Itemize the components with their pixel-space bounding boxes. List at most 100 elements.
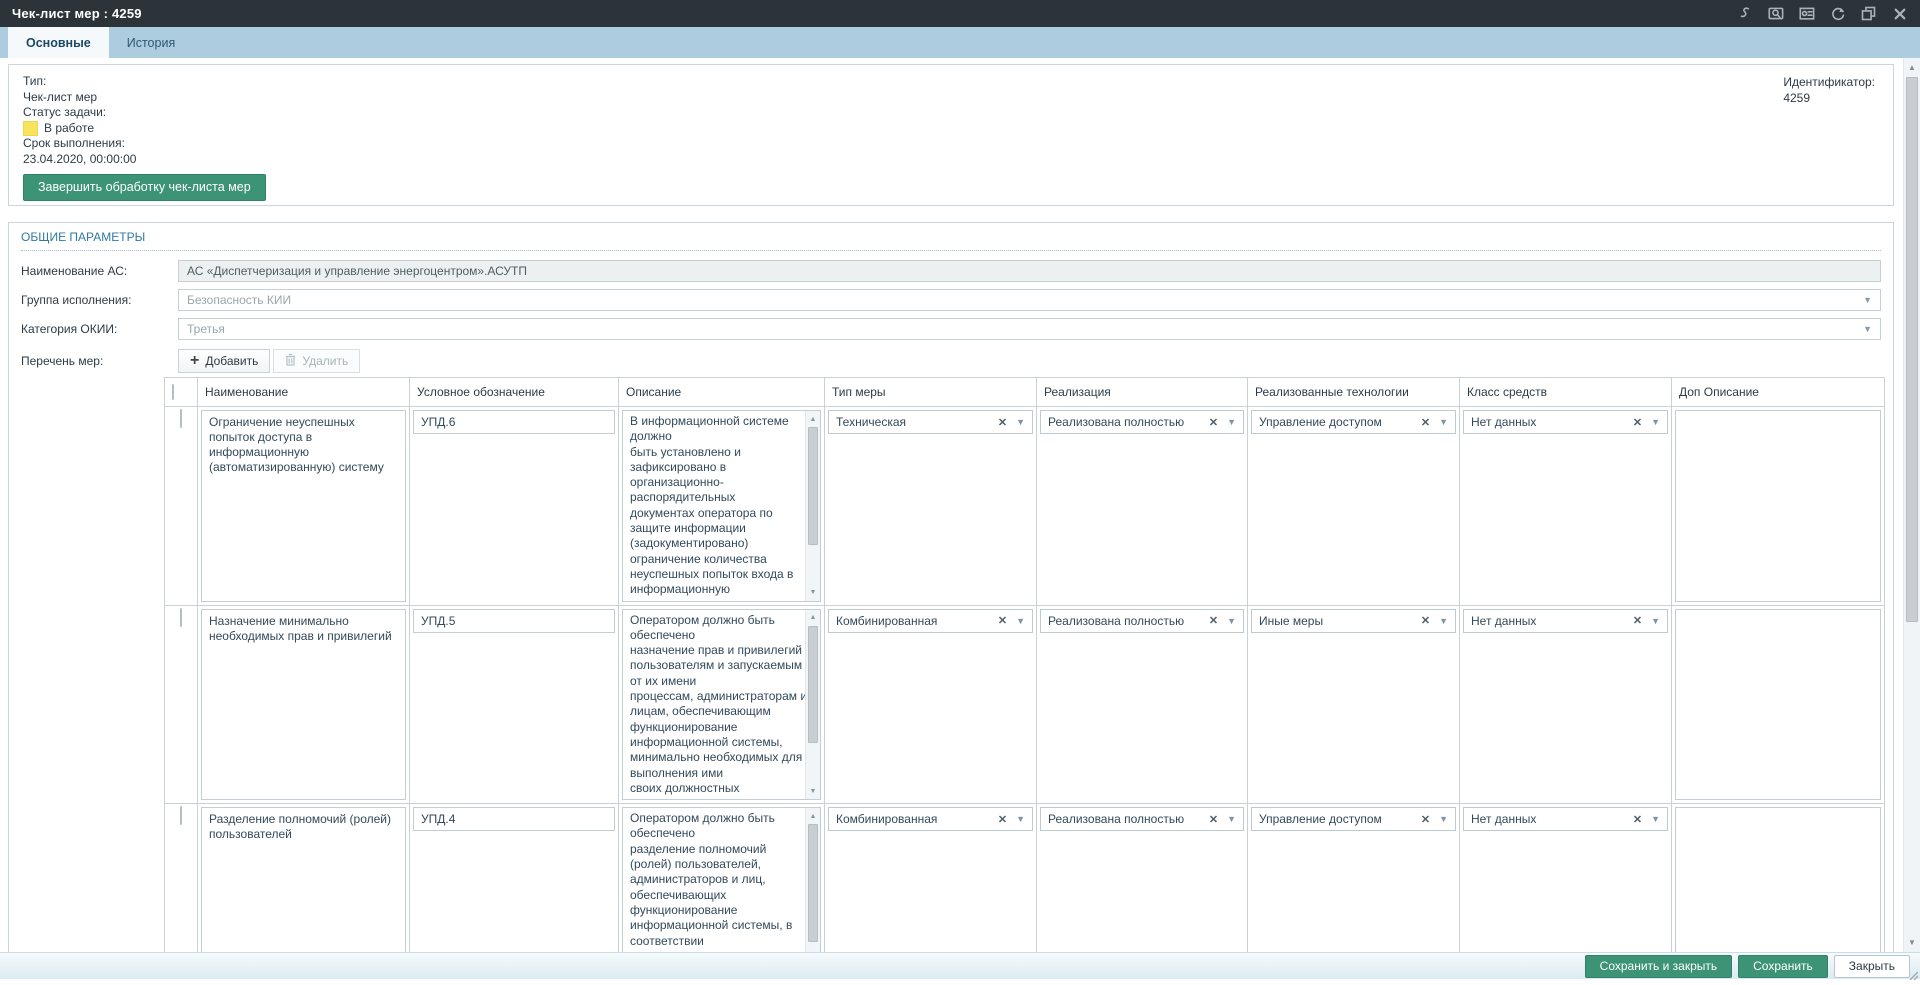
chevron-down-icon[interactable]: ▼ bbox=[1439, 814, 1448, 824]
clear-icon[interactable]: ✕ bbox=[1421, 813, 1430, 826]
clear-icon[interactable]: ✕ bbox=[1421, 416, 1430, 429]
tab-history[interactable]: История bbox=[109, 27, 193, 58]
col-implementation: Реализация bbox=[1036, 377, 1248, 407]
implementation-combo[interactable]: Реализована полностью ✕ ▼ bbox=[1040, 410, 1244, 434]
extra-description-textarea[interactable] bbox=[1675, 608, 1881, 801]
chevron-down-icon[interactable]: ▼ bbox=[1016, 616, 1025, 626]
chevron-down-icon[interactable]: ▼ bbox=[1863, 324, 1872, 334]
textarea-scrollbar[interactable]: ▲ ▼ bbox=[805, 411, 820, 601]
implementation-combo[interactable]: Реализована полностью ✕ ▼ bbox=[1040, 807, 1244, 832]
measure-description-textarea[interactable]: Оператором должно быть обеспечено назнач… bbox=[622, 608, 821, 801]
status-color-swatch bbox=[23, 120, 38, 136]
table-header-row: Наименование Условное обозначение Описан… bbox=[164, 377, 1885, 407]
tool-class-combo[interactable]: Нет данных ✕ ▼ bbox=[1463, 410, 1668, 434]
table-row: Назначение минимально необходимых прав и… bbox=[164, 604, 1885, 805]
delete-measure-button[interactable]: Удалить bbox=[273, 349, 361, 373]
clear-icon[interactable]: ✕ bbox=[1209, 614, 1218, 627]
chevron-down-icon[interactable]: ▼ bbox=[1651, 616, 1660, 626]
measure-description-textarea[interactable]: В информационной системе должно быть уст… bbox=[622, 410, 821, 602]
measure-type-combo[interactable]: Комбинированная ✕ ▼ bbox=[828, 807, 1033, 832]
scroll-down-icon[interactable]: ▼ bbox=[806, 587, 820, 599]
measure-code-input[interactable]: УПД.5 bbox=[413, 608, 615, 633]
chevron-down-icon[interactable]: ▼ bbox=[1651, 814, 1660, 824]
scroll-up-icon[interactable]: ▲ bbox=[806, 810, 820, 822]
page-scrollbar[interactable]: ▲ ▼ bbox=[1903, 58, 1920, 952]
textarea-scrollbar[interactable]: ▲ ▼ bbox=[805, 808, 820, 952]
select-all-checkbox[interactable] bbox=[172, 384, 174, 400]
clear-icon[interactable]: ✕ bbox=[998, 813, 1007, 826]
resize-grip[interactable] bbox=[1908, 967, 1919, 981]
tool-class-combo[interactable]: Нет данных ✕ ▼ bbox=[1463, 608, 1668, 633]
measure-code-input[interactable]: УПД.4 bbox=[413, 807, 615, 832]
row-checkbox[interactable] bbox=[180, 806, 182, 826]
scroll-up-icon[interactable]: ▲ bbox=[1904, 60, 1920, 75]
exec-group-select[interactable]: Безопасность КИИ ▼ bbox=[178, 288, 1881, 311]
refresh-icon[interactable] bbox=[1829, 5, 1846, 22]
chevron-down-icon[interactable]: ▼ bbox=[1016, 814, 1025, 824]
clear-icon[interactable]: ✕ bbox=[1209, 416, 1218, 429]
extra-description-textarea[interactable] bbox=[1675, 410, 1881, 602]
restore-icon[interactable] bbox=[1860, 5, 1877, 22]
add-measure-button[interactable]: + Добавить bbox=[178, 349, 271, 373]
exec-group-value: Безопасность КИИ bbox=[187, 292, 292, 307]
technologies-combo[interactable]: Управление доступом ✕ ▼ bbox=[1251, 410, 1456, 434]
chevron-down-icon[interactable]: ▼ bbox=[1016, 417, 1025, 427]
tab-main-label: Основные bbox=[26, 35, 91, 50]
close-button[interactable]: Закрыть bbox=[1833, 954, 1910, 978]
chevron-down-icon[interactable]: ▼ bbox=[1863, 295, 1872, 305]
clear-icon[interactable]: ✕ bbox=[998, 416, 1007, 429]
tab-bar: Основные История bbox=[0, 27, 1920, 58]
save-button[interactable]: Сохранить bbox=[1738, 954, 1828, 978]
measure-name: Назначение минимально необходимых прав и… bbox=[201, 608, 406, 801]
chevron-down-icon[interactable]: ▼ bbox=[1651, 417, 1660, 427]
textarea-scrollbar[interactable]: ▲ ▼ bbox=[805, 609, 820, 800]
scroll-up-icon[interactable]: ▲ bbox=[806, 612, 820, 624]
tool-class-combo[interactable]: Нет данных ✕ ▼ bbox=[1463, 807, 1668, 832]
preview-icon[interactable] bbox=[1767, 5, 1784, 22]
close-icon[interactable] bbox=[1891, 5, 1908, 22]
scrollbar-thumb[interactable] bbox=[808, 427, 818, 545]
chevron-down-icon[interactable]: ▼ bbox=[1439, 417, 1448, 427]
scroll-down-icon[interactable]: ▼ bbox=[1904, 935, 1920, 950]
measure-type-combo[interactable]: Комбинированная ✕ ▼ bbox=[828, 608, 1033, 633]
chevron-down-icon[interactable]: ▼ bbox=[1227, 616, 1236, 626]
chevron-down-icon[interactable]: ▼ bbox=[1439, 616, 1448, 626]
card-settings-icon[interactable] bbox=[1798, 5, 1815, 22]
tab-main[interactable]: Основные bbox=[8, 27, 109, 58]
scroll-up-icon[interactable]: ▲ bbox=[806, 413, 820, 425]
clear-icon[interactable]: ✕ bbox=[1421, 614, 1430, 627]
row-checkbox[interactable] bbox=[180, 409, 182, 428]
add-measure-label: Добавить bbox=[205, 354, 259, 368]
chevron-down-icon[interactable]: ▼ bbox=[1227, 814, 1236, 824]
as-name-input[interactable]: АС «Диспетчеризация и управление энергоц… bbox=[178, 259, 1881, 282]
chevron-down-icon[interactable]: ▼ bbox=[1227, 417, 1236, 427]
trash-icon bbox=[285, 353, 296, 369]
okii-category-select[interactable]: Третья ▼ bbox=[178, 317, 1881, 340]
technologies-combo[interactable]: Иные меры ✕ ▼ bbox=[1251, 608, 1456, 633]
save-and-close-button[interactable]: Сохранить и закрыть bbox=[1584, 954, 1733, 978]
type-value: Чек-лист мер bbox=[23, 89, 98, 104]
scrollbar-thumb[interactable] bbox=[808, 824, 818, 942]
measure-description-textarea[interactable]: Оператором должно быть обеспечено раздел… bbox=[622, 807, 821, 952]
extra-description-textarea[interactable] bbox=[1675, 807, 1881, 952]
okii-category-label: Категория ОКИИ: bbox=[21, 321, 118, 336]
scrollbar-thumb[interactable] bbox=[808, 625, 818, 744]
clear-icon[interactable]: ✕ bbox=[1633, 813, 1642, 826]
exec-group-label: Группа исполнения: bbox=[21, 292, 132, 307]
implementation-combo[interactable]: Реализована полностью ✕ ▼ bbox=[1040, 608, 1244, 633]
row-checkbox[interactable] bbox=[180, 607, 182, 627]
finish-checklist-button[interactable]: Завершить обработку чек-листа мер bbox=[23, 174, 266, 201]
measure-code-input[interactable]: УПД.6 bbox=[413, 410, 615, 434]
general-params-panel: ОБЩИЕ ПАРАМЕТРЫ Наименование АС: АС «Дис… bbox=[8, 222, 1894, 952]
technologies-combo[interactable]: Управление доступом ✕ ▼ bbox=[1251, 807, 1456, 832]
clear-icon[interactable]: ✕ bbox=[1209, 813, 1218, 826]
link-icon[interactable] bbox=[1736, 5, 1753, 22]
clear-icon[interactable]: ✕ bbox=[1633, 416, 1642, 429]
col-tool-class: Класс средств bbox=[1459, 377, 1672, 407]
clear-icon[interactable]: ✕ bbox=[1633, 614, 1642, 627]
clear-icon[interactable]: ✕ bbox=[998, 614, 1007, 627]
scroll-down-icon[interactable]: ▼ bbox=[806, 785, 820, 797]
col-technologies: Реализованные технологии bbox=[1247, 377, 1460, 407]
measure-type-combo[interactable]: Техническая ✕ ▼ bbox=[828, 410, 1033, 434]
scrollbar-thumb[interactable] bbox=[1906, 77, 1918, 622]
